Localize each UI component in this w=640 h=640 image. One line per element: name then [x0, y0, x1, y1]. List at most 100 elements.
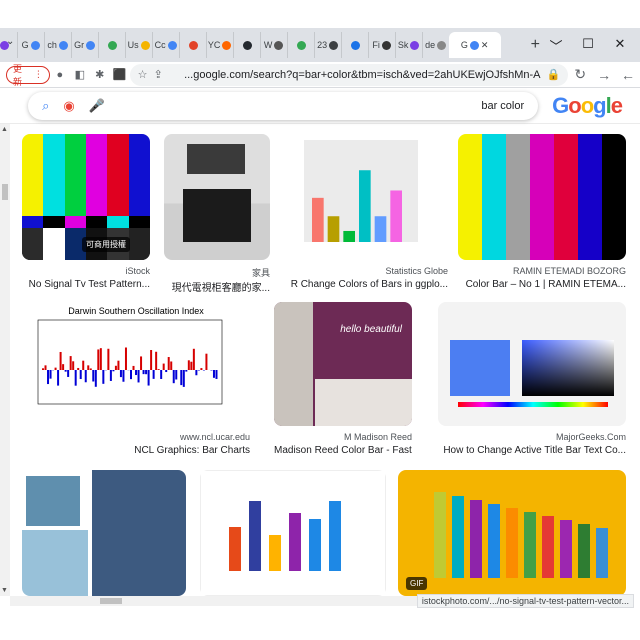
scroll-up-arrow-icon[interactable]: ▲: [1, 126, 8, 133]
image-result[interactable]: 家具 現代電視柜客廳的家...: [164, 134, 270, 300]
bar: [542, 516, 554, 578]
minimize-window-button[interactable]: ﹀: [540, 36, 572, 55]
tab[interactable]: W: [259, 32, 287, 58]
tab[interactable]: Sk: [394, 32, 422, 58]
result-source[interactable]: RAMIN ETEMADI BOZORG: [458, 266, 626, 276]
result-thumbnail[interactable]: [22, 470, 186, 596]
bar: [117, 360, 120, 370]
result-source[interactable]: Statistics Globe: [284, 266, 448, 276]
result-source[interactable]: www.ncl.ucar.edu: [22, 432, 250, 442]
puzzle-icon[interactable]: ✱: [90, 68, 110, 81]
search-box[interactable]: bar color 🎤 ◉ ⌕: [28, 92, 538, 120]
status-bar-url: istockphoto.com/.../no-signal-tv-test-pa…: [416, 594, 634, 608]
favicon-icon: [222, 40, 232, 50]
scroll-thumb[interactable]: [2, 184, 8, 200]
result-source[interactable]: iStock: [22, 266, 150, 276]
search-input[interactable]: bar color: [119, 100, 524, 112]
image-result[interactable]: Statistics Globe R Change Colors of Bars …: [284, 134, 448, 300]
result-title[interactable]: R Change Colors of Bars in ggplo...: [284, 279, 448, 290]
bar: [289, 513, 301, 571]
result-thumbnail[interactable]: GIF: [398, 470, 626, 596]
chart-title: Darwin Southern Oscillation Index: [68, 306, 204, 316]
tab[interactable]: [97, 32, 125, 58]
forward-button[interactable]: →: [592, 67, 616, 83]
result-source[interactable]: 家具: [164, 266, 270, 279]
image-result[interactable]: [200, 470, 386, 596]
address-bar[interactable]: 🔒 google.com/search?q=bar+color&tbm=isch…: [129, 63, 569, 86]
favicon-icon: [86, 40, 96, 50]
tab[interactable]: YC: [205, 32, 233, 58]
tab[interactable]: [178, 32, 206, 58]
result-source[interactable]: M Madison Reed: [274, 432, 412, 442]
result-thumbnail[interactable]: 可商用授權: [22, 134, 150, 260]
bar: [162, 363, 165, 370]
tab[interactable]: de: [421, 32, 449, 58]
tab[interactable]: Us: [124, 32, 152, 58]
result-title[interactable]: How to Change Active Title Bar Text Co..…: [438, 445, 626, 456]
result-thumbnail[interactable]: [284, 134, 448, 260]
result-title[interactable]: 現代電視柜客廳的家...: [164, 279, 270, 294]
result-thumbnail[interactable]: [458, 134, 626, 260]
favicon-icon: [140, 40, 150, 50]
close-tab-icon[interactable]: ✕: [481, 40, 489, 51]
favicon-icon: [297, 40, 307, 50]
result-thumbnail[interactable]: Darwin Southern Oscillation Index: [22, 302, 250, 426]
bar: [44, 365, 47, 370]
image-result[interactable]: GIF: [398, 470, 626, 596]
bar: [74, 370, 77, 386]
vertical-scrollbar[interactable]: ▲ ▼: [0, 124, 10, 596]
image-result[interactable]: hello beautiful M Madison Reed Madison Ree…: [274, 302, 412, 466]
update-button[interactable]: 更新 ⋮: [5, 64, 50, 87]
bar: [215, 370, 218, 379]
bar: [167, 357, 170, 370]
tab[interactable]: [232, 32, 260, 58]
result-title[interactable]: Color Bar – No 1 | RAMIN ETEMA...: [458, 279, 626, 290]
share-icon[interactable]: ⇪: [154, 68, 163, 81]
tab-label: YC: [207, 40, 221, 50]
tab-active[interactable]: G ✕: [448, 32, 501, 58]
horizontal-scroll-thumb[interactable]: [100, 598, 122, 604]
search-icon[interactable]: ⌕: [42, 98, 49, 114]
tab[interactable]: Fi: [367, 32, 395, 58]
maximize-window-button[interactable]: ☐: [572, 36, 604, 55]
result-thumbnail[interactable]: hello beautiful: [274, 302, 412, 426]
bar: [124, 347, 127, 370]
reload-button[interactable]: ↻: [568, 66, 592, 83]
tab[interactable]: [286, 32, 314, 58]
result-source[interactable]: MajorGeeks.Com: [438, 432, 626, 442]
result-title[interactable]: NCL Graphics: Bar Charts: [22, 445, 250, 456]
result-title[interactable]: No Signal Tv Test Pattern...: [22, 279, 150, 290]
image-result[interactable]: [22, 470, 186, 596]
back-button[interactable]: ←: [616, 67, 640, 83]
result-thumbnail[interactable]: [438, 302, 626, 426]
scroll-down-arrow-icon[interactable]: ▼: [1, 587, 8, 594]
google-logo[interactable]: Google: [552, 93, 623, 119]
result-title[interactable]: Madison Reed Color Bar - Fast &...: [274, 445, 412, 456]
camera-lens-icon[interactable]: ◉: [63, 98, 74, 114]
image-result[interactable]: RAMIN ETEMADI BOZORG Color Bar – No 1 | R…: [458, 134, 626, 300]
extension-icon[interactable]: ⬛: [110, 68, 130, 81]
bar: [155, 351, 158, 370]
close-window-button[interactable]: ✕: [604, 36, 636, 55]
tab-search-icon[interactable]: ⌄: [6, 36, 14, 47]
tab[interactable]: Cc: [151, 32, 179, 58]
bar: [107, 348, 110, 370]
tab[interactable]: 23: [313, 32, 341, 58]
new-tab-button[interactable]: +: [531, 36, 540, 54]
tab[interactable]: [340, 32, 368, 58]
image-result[interactable]: Darwin Southern Oscillation Index www.ncl…: [22, 302, 250, 466]
bookmark-star-icon[interactable]: ☆: [138, 68, 148, 81]
image-result[interactable]: 可商用授權 iStock No Signal Tv Test Pattern...: [22, 134, 150, 300]
profile-avatar[interactable]: ●: [50, 69, 70, 81]
sidebar-icon[interactable]: ◧: [70, 68, 90, 81]
result-thumbnail[interactable]: [164, 134, 270, 260]
bar: [97, 349, 100, 370]
tab[interactable]: Gr: [70, 32, 98, 58]
bar: [172, 370, 175, 384]
image-result[interactable]: MajorGeeks.Com How to Change Active Title…: [438, 302, 626, 466]
tab[interactable]: ch: [43, 32, 71, 58]
result-thumbnail[interactable]: [200, 470, 386, 596]
tab-label: 23: [317, 40, 328, 50]
microphone-icon[interactable]: 🎤: [89, 98, 105, 114]
tab[interactable]: G: [16, 32, 44, 58]
